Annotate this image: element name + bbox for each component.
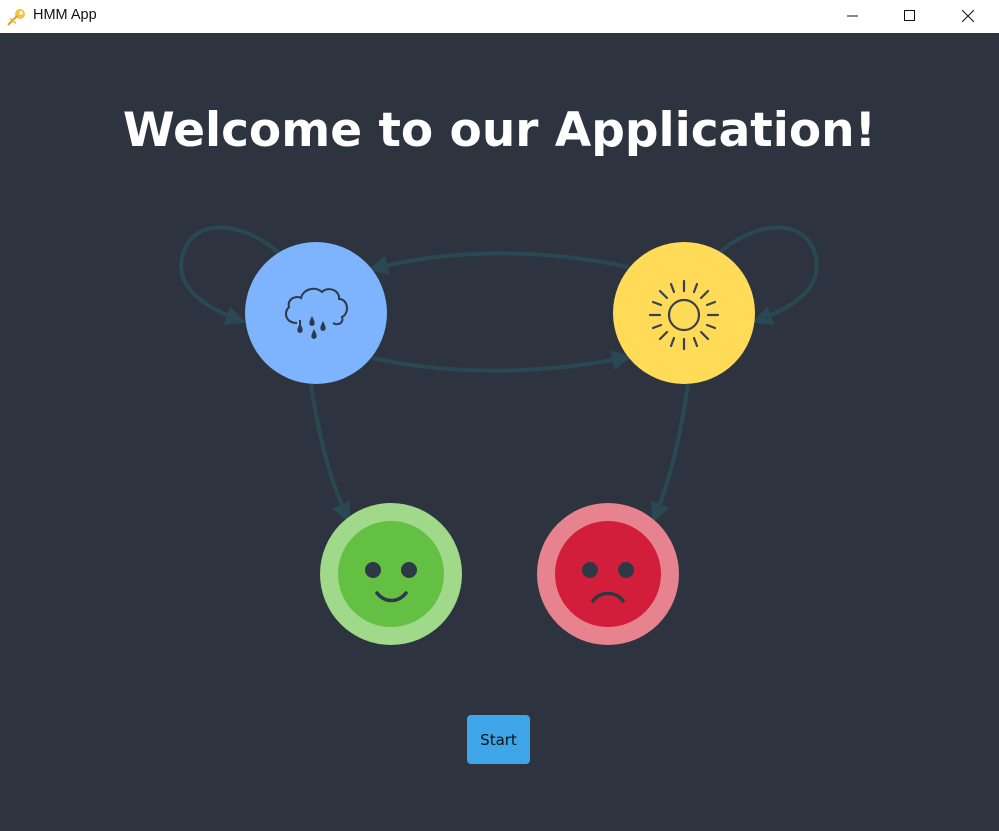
observation-happy (320, 503, 462, 645)
observation-sad (537, 503, 679, 645)
state-rainy (245, 242, 387, 384)
arrow-rainy-to-sunny (371, 350, 632, 373)
minimize-button[interactable] (830, 0, 876, 31)
title-bar[interactable]: HMM App (0, 0, 999, 33)
arrow-sunny-to-sad (650, 383, 690, 523)
arrow-sunny-to-rainy (368, 251, 629, 275)
state-sunny (613, 242, 755, 384)
window-title: HMM App (33, 7, 97, 23)
main-content: Welcome to our Application! Start (0, 33, 999, 831)
minimize-icon (847, 15, 858, 16)
maximize-icon (904, 9, 915, 21)
app-window: HMM App Welcome to our Application! Star… (0, 0, 999, 831)
app-logo-icon (7, 9, 25, 26)
start-button[interactable]: Start (467, 715, 530, 764)
arrow-rainy-to-happy (309, 383, 351, 523)
close-icon (962, 9, 974, 22)
close-button[interactable] (945, 0, 991, 31)
maximize-button[interactable] (887, 0, 933, 31)
hmm-diagram (179, 225, 819, 645)
